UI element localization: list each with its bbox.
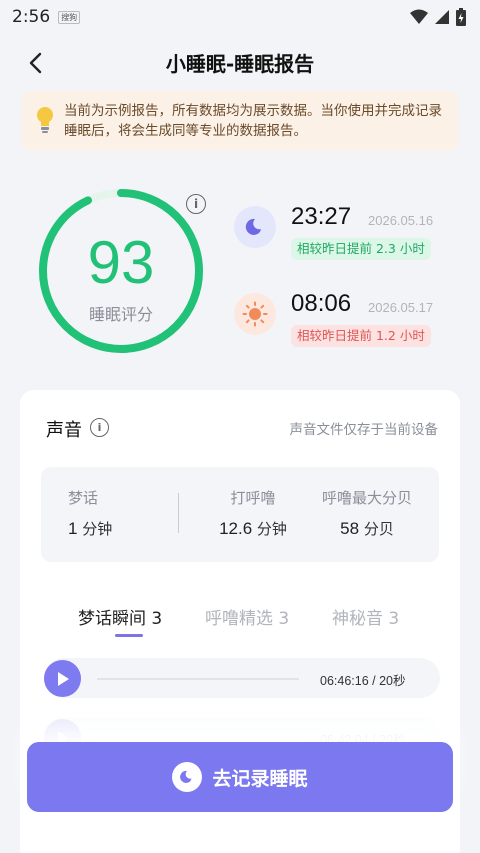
example-notice: 当前为示例报告，所有数据均为展示数据。当你使用并完成记录睡眠后，将会生成同等专业… bbox=[22, 91, 458, 151]
audio-track: 06:46:16 / 20秒 bbox=[44, 658, 440, 698]
moon-icon bbox=[234, 206, 276, 248]
notice-text: 当前为示例报告，所有数据均为展示数据。当你使用并完成记录睡眠后，将会生成同等专业… bbox=[64, 103, 442, 139]
play-icon bbox=[57, 671, 69, 686]
score-value: 93 bbox=[87, 229, 155, 296]
moon-icon bbox=[172, 762, 203, 792]
record-sleep-label: 去记录睡眠 bbox=[212, 767, 308, 790]
stat-unit: 分贝 bbox=[363, 520, 394, 538]
signal-icon bbox=[435, 10, 449, 24]
audio-progress-bar[interactable] bbox=[97, 678, 299, 680]
status-bar: 2:56 搜狗 bbox=[0, 0, 480, 34]
stat-unit: 分钟 bbox=[256, 520, 287, 538]
sound-storage-note: 声音文件仅存于当前设备 bbox=[289, 422, 439, 438]
sleep-time-row: 23:27 2026.05.16 相较昨日提前 2.3 小时 bbox=[234, 203, 464, 263]
stat-snore: 打呼噜 12.6 分钟 bbox=[203, 487, 303, 539]
sleep-compare-badge: 相较昨日提前 2.3 小时 bbox=[291, 238, 431, 260]
wifi-icon bbox=[410, 9, 428, 24]
sleep-time: 23:27 bbox=[291, 203, 352, 230]
tab-active-indicator bbox=[115, 634, 143, 637]
sound-info-icon[interactable]: i bbox=[90, 418, 109, 437]
wake-compare-badge: 相较昨日提前 1.2 小时 bbox=[291, 325, 431, 347]
wake-date: 2026.05.17 bbox=[368, 300, 434, 315]
stat-sleeptalk: 梦话 1 分钟 bbox=[68, 487, 112, 539]
back-button[interactable] bbox=[18, 46, 52, 80]
track-info: 06:46:16 / 20秒 bbox=[320, 674, 406, 688]
stat-label: 梦话 bbox=[68, 489, 99, 507]
battery-icon bbox=[456, 8, 466, 26]
page-title: 小睡眠-睡眠报告 bbox=[165, 51, 315, 76]
score-info-icon[interactable]: i bbox=[186, 194, 206, 214]
tab-snore[interactable]: 呼噜精选 3 bbox=[205, 604, 289, 629]
stat-unit: 分钟 bbox=[82, 520, 113, 538]
stat-value: 58 bbox=[340, 519, 360, 538]
stat-label: 打呼噜 bbox=[230, 489, 276, 507]
app-header: 小睡眠-睡眠报告 bbox=[0, 38, 480, 86]
status-time: 2:56 bbox=[12, 7, 51, 27]
tab-sleeptalk[interactable]: 梦话瞬间 3 bbox=[78, 604, 162, 629]
score-label: 睡眠评分 bbox=[88, 305, 153, 324]
wake-time-row: 08:06 2026.05.17 相较昨日提前 1.2 小时 bbox=[234, 290, 464, 350]
stat-value: 12.6 bbox=[219, 519, 253, 538]
stat-value: 1 bbox=[68, 519, 78, 538]
stat-divider bbox=[178, 493, 179, 533]
sound-stats: 梦话 1 分钟 打呼噜 12.6 分钟 呼噜最大分贝 58 分贝 bbox=[41, 467, 439, 562]
audio-progress-bar[interactable] bbox=[97, 737, 299, 739]
stat-snore-max-db: 呼噜最大分贝 58 分贝 bbox=[307, 487, 427, 539]
sleep-date: 2026.05.16 bbox=[368, 213, 434, 228]
stat-label: 呼噜最大分贝 bbox=[321, 489, 412, 507]
carrier-label: 搜狗 bbox=[58, 10, 81, 24]
wake-time: 08:06 bbox=[291, 290, 352, 317]
tab-mystery[interactable]: 神秘音 3 bbox=[332, 604, 399, 629]
sound-tabs: 梦话瞬间 3 呼噜精选 3 神秘音 3 bbox=[20, 604, 460, 644]
record-sleep-button[interactable]: 去记录睡眠 bbox=[27, 742, 453, 812]
chevron-left-icon bbox=[29, 52, 42, 74]
play-button[interactable] bbox=[44, 660, 81, 697]
lightbulb-icon bbox=[37, 107, 53, 133]
sun-icon bbox=[234, 293, 276, 335]
sleep-score-ring: 93 睡眠评分 bbox=[36, 186, 206, 356]
sound-title: 声音 bbox=[46, 420, 82, 441]
